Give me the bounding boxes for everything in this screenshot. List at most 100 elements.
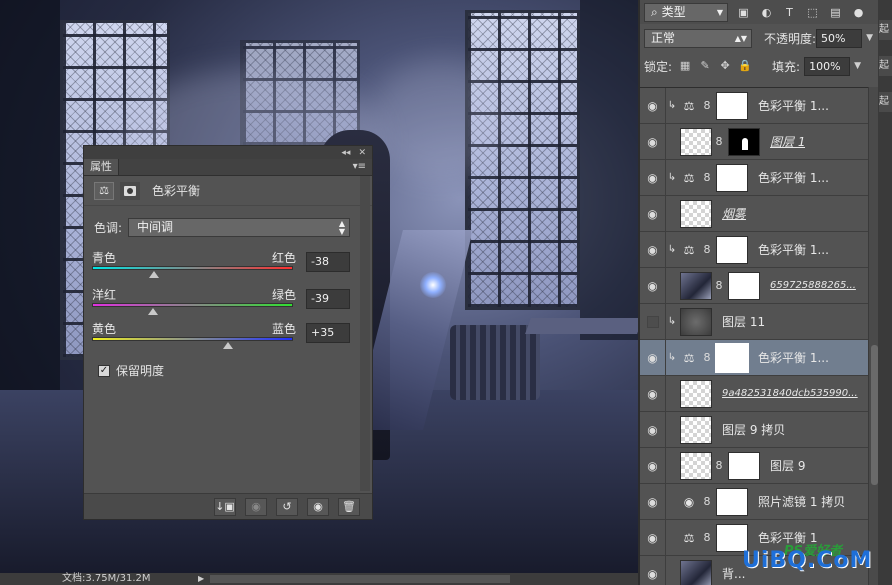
magenta-green-track[interactable] (92, 303, 293, 307)
lock-all-icon[interactable]: 🔒 (738, 59, 752, 73)
layer-thumbnail[interactable] (680, 199, 712, 228)
layer-name[interactable]: 图层 9 (770, 457, 805, 474)
filter-smart-object-icon[interactable]: ▤ (828, 5, 843, 20)
layer-thumbnail[interactable] (680, 559, 712, 585)
layer-mask-thumbnail[interactable] (716, 163, 748, 192)
eye-icon[interactable]: ◉ (640, 123, 666, 160)
layer-name[interactable]: 色彩平衡 1... (758, 349, 829, 366)
layer-name[interactable]: 659725888265... (770, 280, 856, 291)
cyan-red-track[interactable] (92, 266, 293, 270)
eye-icon[interactable]: ◉ (640, 88, 666, 124)
tone-select[interactable]: 中间调 ▲ ▼ (128, 218, 351, 237)
filter-toggle-icon[interactable]: ● (851, 5, 866, 20)
layer-mask-thumbnail[interactable] (728, 127, 760, 156)
filter-type-icon[interactable]: T (782, 5, 797, 20)
color-balance-icon[interactable]: ⚖ (678, 243, 700, 257)
chevron-down-icon[interactable]: ▼ (854, 58, 861, 75)
eye-icon[interactable]: ◉ (640, 375, 666, 412)
color-balance-icon[interactable]: ⚖ (678, 531, 700, 545)
link-icon[interactable]: 8 (712, 135, 726, 148)
layer-row[interactable]: ◉ 烟雾 (640, 195, 868, 232)
chevron-down-icon[interactable]: ▼ (866, 30, 873, 47)
lock-position-icon[interactable]: ✥ (718, 59, 732, 73)
link-icon[interactable]: 8 (712, 459, 726, 472)
layer-row[interactable]: ◉ 9a482531840dcb535990... (640, 375, 868, 412)
cyan-red-value[interactable]: -38 (306, 252, 350, 272)
layer-name[interactable]: 图层 11 (722, 313, 765, 330)
layer-thumbnail[interactable] (680, 415, 712, 444)
color-balance-icon[interactable]: ⚖ (678, 351, 700, 365)
link-icon[interactable]: 8 (700, 171, 714, 184)
visibility-off-icon[interactable] (640, 303, 666, 340)
layer-name[interactable]: 图层 1 (770, 133, 805, 150)
filter-shape-icon[interactable]: ⬚ (805, 5, 820, 20)
color-balance-icon[interactable]: ⚖ (94, 181, 114, 200)
eye-icon[interactable]: ◉ (640, 519, 666, 556)
link-icon[interactable]: 8 (700, 243, 714, 256)
layer-thumbnail[interactable] (680, 271, 712, 300)
color-balance-icon[interactable]: ⚖ (678, 99, 700, 113)
clip-to-layer-icon[interactable]: ↓▣ (214, 497, 236, 516)
layer-row[interactable]: ◉ 8 图层 1 (640, 123, 868, 160)
eye-icon[interactable]: ◉ (640, 555, 666, 585)
eye-icon[interactable]: ◉ (640, 483, 666, 520)
layer-row[interactable]: ◉ 8 659725888265... (640, 267, 868, 304)
properties-scrollbar[interactable] (360, 176, 370, 491)
horizontal-scrollbar[interactable] (210, 575, 510, 583)
layer-row[interactable]: ◉ ↳ ⚖ 8 色彩平衡 1... (640, 339, 868, 376)
lock-transparent-icon[interactable]: ▦ (678, 59, 692, 73)
filter-adjustment-icon[interactable]: ◐ (759, 5, 774, 20)
layer-thumbnail[interactable] (680, 307, 712, 336)
layer-name[interactable]: 色彩平衡 1... (758, 169, 829, 186)
eye-icon[interactable]: ◉ (640, 339, 666, 376)
link-icon[interactable]: 8 (700, 351, 714, 364)
layer-filter-select[interactable]: ⌕ 类型 ▼ (644, 2, 728, 22)
layer-thumbnail[interactable] (680, 127, 712, 156)
layer-row[interactable]: ◉ ↳ ⚖ 8 色彩平衡 1... (640, 159, 868, 196)
layer-mask-thumbnail[interactable] (728, 271, 760, 300)
view-previous-icon[interactable]: ◉ (245, 497, 267, 516)
layer-mask-thumbnail[interactable] (716, 235, 748, 264)
tab-properties[interactable]: 属性 (84, 159, 119, 175)
magenta-green-value[interactable]: -39 (306, 289, 350, 309)
eye-icon[interactable]: ◉ (640, 447, 666, 484)
collapsed-tab[interactable]: 起浊 (879, 20, 892, 40)
filter-pixel-icon[interactable]: ▣ (736, 5, 751, 20)
lock-image-icon[interactable]: ✎ (698, 59, 712, 73)
fill-input[interactable]: 100% ▼ (804, 56, 861, 76)
close-icon[interactable]: ✕ (358, 148, 366, 158)
color-balance-icon[interactable]: ⚖ (678, 171, 700, 185)
status-menu-arrow-icon[interactable]: ▶ (198, 573, 204, 585)
layer-mask-thumbnail[interactable] (716, 487, 748, 516)
layer-mask-thumbnail[interactable] (728, 451, 760, 480)
layer-row[interactable]: ◉ 8 图层 9 (640, 447, 868, 484)
layer-mask-icon[interactable] (120, 181, 140, 200)
layer-row[interactable]: ◉ ↳ ⚖ 8 色彩平衡 1... (640, 231, 868, 268)
collapse-icon[interactable]: ◂◂ (341, 148, 350, 158)
eye-icon[interactable]: ◉ (640, 231, 666, 268)
eye-icon[interactable]: ◉ (640, 267, 666, 304)
layers-scroll-thumb[interactable] (871, 345, 878, 485)
layer-name[interactable]: 烟雾 (722, 205, 746, 222)
layer-mask-thumbnail[interactable] (716, 91, 748, 120)
layer-name[interactable]: 图层 9 拷贝 (722, 421, 785, 438)
link-icon[interactable]: 8 (700, 99, 714, 112)
yellow-blue-track[interactable] (92, 337, 293, 341)
eye-icon[interactable]: ◉ (640, 195, 666, 232)
layer-name[interactable]: 色彩平衡 1... (758, 241, 829, 258)
layer-row[interactable]: ◉ ↳ ⚖ 8 色彩平衡 1... (640, 88, 868, 124)
layer-name[interactable]: 色彩平衡 1... (758, 97, 829, 114)
layer-thumbnail[interactable] (680, 451, 712, 480)
link-icon[interactable]: 8 (712, 279, 726, 292)
blend-mode-select[interactable]: 正常 ▲▼ (644, 28, 752, 48)
opacity-input[interactable]: 50% ▼ (816, 28, 873, 48)
layer-row[interactable]: ↳ 图层 11 (640, 303, 868, 340)
eye-icon[interactable]: ◉ (640, 159, 666, 196)
layer-thumbnail[interactable] (680, 379, 712, 408)
eye-icon[interactable]: ◉ (640, 411, 666, 448)
trash-icon[interactable]: 🗑 (338, 497, 360, 516)
reset-icon[interactable]: ↺ (276, 497, 298, 516)
layer-row[interactable]: ◉ ◉ 8 照片滤镜 1 拷贝 (640, 483, 868, 520)
yellow-blue-value[interactable]: +35 (306, 323, 350, 343)
photo-filter-icon[interactable]: ◉ (678, 495, 700, 509)
